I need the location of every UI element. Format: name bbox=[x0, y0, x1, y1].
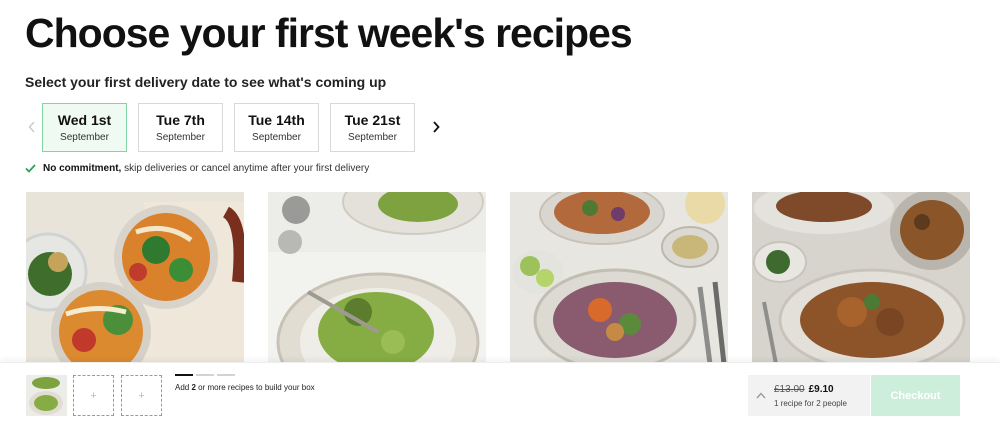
grain-salad-photo bbox=[510, 192, 728, 364]
recipe-card-4[interactable] bbox=[752, 192, 970, 364]
green-pesto-pasta-photo bbox=[268, 192, 486, 364]
page-title: Choose your first week's recipes bbox=[25, 10, 633, 56]
date-option-wed-1st[interactable]: Wed 1st September bbox=[42, 102, 127, 152]
discounted-price: £9.10 bbox=[808, 383, 834, 395]
recipe-card-1[interactable] bbox=[26, 192, 244, 364]
date-month: September bbox=[156, 131, 205, 143]
date-month: September bbox=[348, 131, 397, 143]
chevron-right-icon bbox=[433, 121, 440, 133]
no-commitment-label: No commitment, bbox=[43, 163, 122, 174]
check-icon bbox=[25, 164, 36, 173]
date-day: Wed 1st bbox=[57, 111, 112, 128]
progress-segment bbox=[175, 374, 193, 376]
message-prefix: Add bbox=[175, 383, 192, 392]
original-price: £13.00 bbox=[774, 383, 805, 395]
no-commitment-text: skip deliveries or cancel anytime after … bbox=[121, 163, 370, 174]
selected-recipe-thumbnail[interactable] bbox=[26, 375, 67, 416]
basket-footer-bar: + + Add 2 or more recipes to build your … bbox=[0, 362, 1000, 426]
date-option-tue-14th[interactable]: Tue 14th September bbox=[234, 102, 319, 152]
recipe-thumbnail-image bbox=[26, 375, 67, 416]
checkout-button[interactable]: Checkout bbox=[871, 375, 960, 416]
build-box-message: Add 2 or more recipes to build your box bbox=[175, 383, 315, 392]
recipe-card-2[interactable] bbox=[268, 192, 486, 364]
no-commitment-note: No commitment, skip deliveries or cancel… bbox=[25, 163, 369, 174]
delivery-date-prompt: Select your first delivery date to see w… bbox=[25, 74, 387, 90]
date-month: September bbox=[252, 131, 301, 143]
chevron-up-icon bbox=[756, 392, 766, 399]
date-option-tue-7th[interactable]: Tue 7th September bbox=[138, 102, 223, 152]
price-summary-toggle[interactable]: £13.00 £9.10 1 recipe for 2 people bbox=[748, 375, 870, 416]
braised-chicken-photo bbox=[752, 192, 970, 364]
date-day: Tue 14th bbox=[248, 111, 305, 128]
prev-dates-button[interactable] bbox=[22, 102, 42, 152]
progress-segment bbox=[217, 374, 235, 376]
recipe-grid bbox=[26, 192, 994, 364]
price-note: 1 recipe for 2 people bbox=[774, 398, 847, 408]
next-dates-button[interactable] bbox=[426, 102, 446, 152]
date-month: September bbox=[60, 131, 109, 143]
noodle-soup-bowls-photo bbox=[26, 192, 244, 364]
date-option-tue-21st[interactable]: Tue 21st September bbox=[330, 102, 415, 152]
empty-recipe-slot[interactable]: + bbox=[73, 375, 114, 416]
delivery-date-selector: Wed 1st September Tue 7th September Tue … bbox=[22, 102, 446, 152]
chevron-left-icon bbox=[28, 121, 35, 133]
empty-recipe-slot[interactable]: + bbox=[121, 375, 162, 416]
box-progress-indicator bbox=[175, 374, 238, 376]
recipe-card-3[interactable] bbox=[510, 192, 728, 364]
message-suffix: or more recipes to build your box bbox=[195, 383, 315, 392]
date-day: Tue 21st bbox=[344, 111, 401, 128]
plus-icon: + bbox=[138, 389, 145, 402]
date-day: Tue 7th bbox=[156, 111, 205, 128]
progress-segment bbox=[196, 374, 214, 376]
plus-icon: + bbox=[90, 389, 97, 402]
